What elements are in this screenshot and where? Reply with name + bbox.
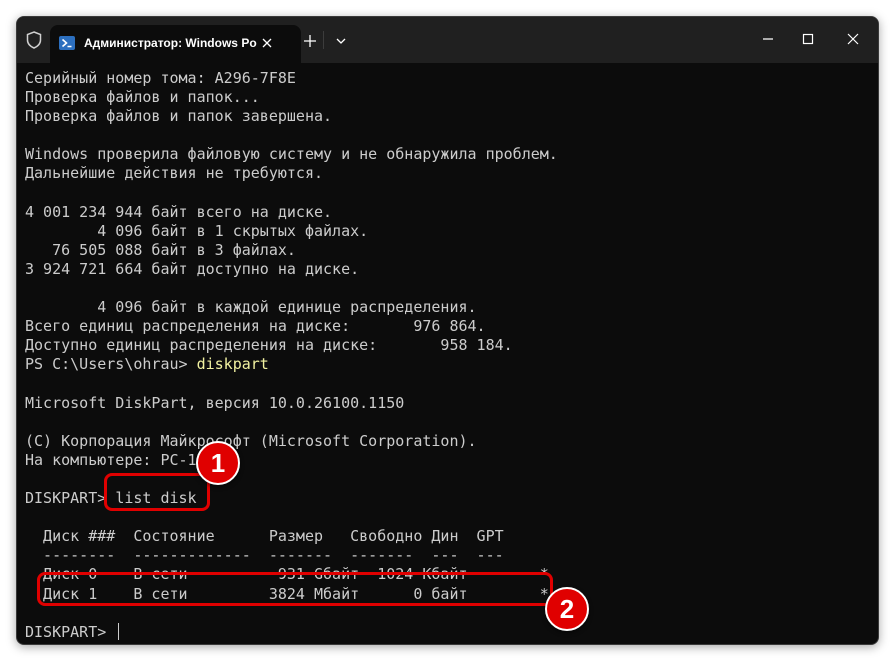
tab-powershell[interactable]: Администратор: Windows Po — [50, 25, 301, 63]
chevron-down-icon[interactable] — [334, 34, 348, 48]
title-bar[interactable]: Администратор: Windows Po — [17, 17, 878, 63]
prompt-line: PS C:\Users\ohrau> diskpart — [25, 355, 870, 374]
output-block-2: Microsoft DiskPart, версия 10.0.26100.11… — [25, 375, 870, 490]
highlight-disk-1 — [37, 572, 553, 606]
output-line: 4 001 234 944 байт всего на диске. — [25, 202, 333, 221]
shield-icon — [26, 31, 42, 49]
output-line: Проверка файлов и папок завершена. — [25, 107, 333, 126]
ps-prompt: PS C:\Users\ohrau> — [25, 355, 197, 374]
input-line[interactable]: DISKPART> — [25, 622, 870, 642]
table-header: Диск ### Состояние Размер Свободно Дин G… — [25, 527, 504, 546]
output-line: Проверка файлов и папок... — [25, 88, 260, 107]
table-row — [25, 604, 870, 623]
output-block-1: Серийный номер тома: A296-7F8E Проверка … — [25, 69, 870, 355]
highlight-list-disk — [104, 473, 210, 511]
diskpart-prompt: DISKPART> — [25, 489, 116, 508]
table-divider: -------- ------------- ------- ------- -… — [25, 546, 504, 565]
step-badge-2: 2 — [545, 587, 589, 631]
minimize-icon[interactable] — [758, 29, 778, 49]
output-line: 76 505 088 байт в 3 файлах. — [25, 240, 296, 259]
tab-title: Администратор: Windows Po — [84, 36, 257, 50]
new-tab-icon[interactable] — [301, 32, 319, 50]
close-window-icon[interactable] — [843, 29, 863, 49]
command-diskpart: diskpart — [196, 355, 269, 374]
output-line: Microsoft DiskPart, версия 10.0.26100.11… — [25, 393, 405, 412]
output-line: Доступно единиц распределения на диске: … — [25, 336, 513, 355]
output-line: Windows проверила файловую систему и не … — [25, 145, 558, 164]
output-line: Серийный номер тома: A296-7F8E — [25, 69, 296, 87]
text-cursor — [118, 622, 120, 640]
output-line: Дальнейшие действия не требуются. — [25, 164, 324, 183]
output-line: Всего единиц распределения на диске: 976… — [25, 317, 486, 336]
step-badge-1: 1 — [196, 441, 240, 485]
powershell-icon — [59, 36, 75, 50]
title-separator — [323, 31, 324, 49]
terminal-window: Администратор: Windows Po Серийный номер… — [16, 16, 879, 645]
output-line: На компьютере: PC-1 — [25, 450, 197, 469]
diskpart-prompt: DISKPART> — [25, 622, 116, 641]
close-tab-icon[interactable] — [261, 37, 273, 49]
output-line: 3 924 721 664 байт доступно на диске. — [25, 259, 360, 278]
output-line: 4 096 байт в каждой единице распределени… — [25, 298, 477, 317]
output-line: (C) Корпорация Майкрософт (Microsoft Cor… — [25, 431, 477, 450]
maximize-icon[interactable] — [798, 29, 818, 49]
terminal-output[interactable]: Серийный номер тома: A296-7F8E Проверка … — [25, 69, 870, 642]
output-line: 4 096 байт в 1 скрытых файлах. — [25, 221, 369, 240]
table-row — [25, 508, 870, 527]
